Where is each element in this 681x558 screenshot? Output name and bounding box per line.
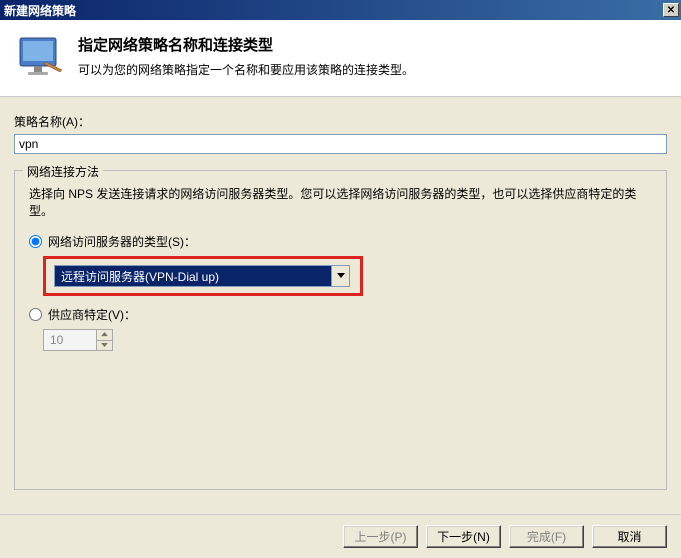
window-title: 新建网络策略	[4, 2, 76, 19]
monitor-icon	[16, 32, 64, 80]
vendor-spinner	[43, 329, 113, 351]
footer-buttons: 上一步(P) 下一步(N) 完成(F) 取消	[0, 514, 681, 558]
radio-server-type[interactable]	[29, 235, 42, 248]
highlight-box: 远程访问服务器(VPN-Dial up)	[43, 256, 363, 296]
page-title: 指定网络策略名称和连接类型	[78, 34, 414, 55]
spinner-down-button[interactable]	[97, 341, 112, 351]
server-type-combo[interactable]: 远程访问服务器(VPN-Dial up)	[54, 265, 350, 287]
radio-server-type-row[interactable]: 网络访问服务器的类型(S)：	[29, 233, 652, 250]
next-button[interactable]: 下一步(N)	[426, 525, 501, 548]
policy-name-label: 策略名称(A)：	[14, 113, 667, 130]
connection-method-group: 网络连接方法 选择向 NPS 发送连接请求的网络访问服务器类型。您可以选择网络访…	[14, 170, 667, 490]
content-area: 策略名称(A)： 网络连接方法 选择向 NPS 发送连接请求的网络访问服务器类型…	[0, 97, 681, 514]
vendor-value-input	[44, 330, 96, 350]
radio-vendor-specific[interactable]	[29, 308, 42, 321]
spinner-buttons	[96, 330, 112, 350]
page-subtitle: 可以为您的网络策略指定一个名称和要应用该策略的连接类型。	[78, 61, 414, 78]
back-button: 上一步(P)	[343, 525, 418, 548]
spinner-up-button[interactable]	[97, 330, 112, 341]
chevron-up-icon	[101, 332, 108, 337]
finish-button: 完成(F)	[509, 525, 584, 548]
chevron-down-icon	[101, 343, 108, 348]
radio-vendor-row[interactable]: 供应商特定(V)：	[29, 306, 652, 323]
vendor-spinner-row	[43, 329, 652, 351]
chevron-down-icon	[337, 273, 345, 279]
close-icon: ✕	[667, 5, 675, 16]
server-type-value: 远程访问服务器(VPN-Dial up)	[55, 266, 331, 286]
group-description: 选择向 NPS 发送连接请求的网络访问服务器类型。您可以选择网络访问服务器的类型…	[29, 185, 652, 219]
radio-server-type-label: 网络访问服务器的类型(S)：	[48, 233, 196, 250]
header-text: 指定网络策略名称和连接类型 可以为您的网络策略指定一个名称和要应用该策略的连接类…	[78, 32, 414, 80]
cancel-button[interactable]: 取消	[592, 525, 667, 548]
combo-dropdown-button[interactable]	[331, 266, 349, 286]
dialog-body: 指定网络策略名称和连接类型 可以为您的网络策略指定一个名称和要应用该策略的连接类…	[0, 20, 681, 558]
radio-vendor-label: 供应商特定(V)：	[48, 306, 136, 323]
policy-name-input[interactable]	[14, 134, 667, 154]
title-bar: 新建网络策略 ✕	[0, 0, 681, 20]
header-section: 指定网络策略名称和连接类型 可以为您的网络策略指定一个名称和要应用该策略的连接类…	[0, 20, 681, 97]
close-button[interactable]: ✕	[663, 3, 679, 17]
group-title: 网络连接方法	[23, 163, 103, 180]
